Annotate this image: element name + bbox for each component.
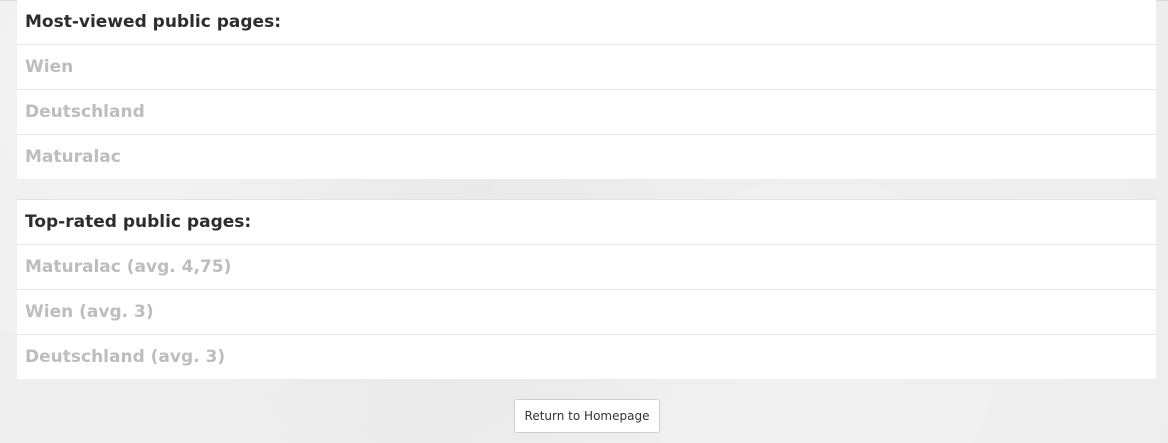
top-rated-panel: Top-rated public pages: Maturalac (avg. … <box>17 199 1156 379</box>
most-viewed-panel: Most-viewed public pages: Wien Deutschla… <box>17 0 1156 179</box>
top-rated-item-maturalac[interactable]: Maturalac (avg. 4,75) <box>17 245 1156 290</box>
most-viewed-heading: Most-viewed public pages: <box>17 0 1156 45</box>
most-viewed-item-maturalac[interactable]: Maturalac <box>17 135 1156 179</box>
top-rated-heading: Top-rated public pages: <box>17 200 1156 245</box>
top-rated-item-deutschland[interactable]: Deutschland (avg. 3) <box>17 335 1156 379</box>
return-to-homepage-button[interactable]: Return to Homepage <box>514 399 660 433</box>
most-viewed-item-deutschland[interactable]: Deutschland <box>17 90 1156 135</box>
top-rated-item-wien[interactable]: Wien (avg. 3) <box>17 290 1156 335</box>
most-viewed-item-wien[interactable]: Wien <box>17 45 1156 90</box>
